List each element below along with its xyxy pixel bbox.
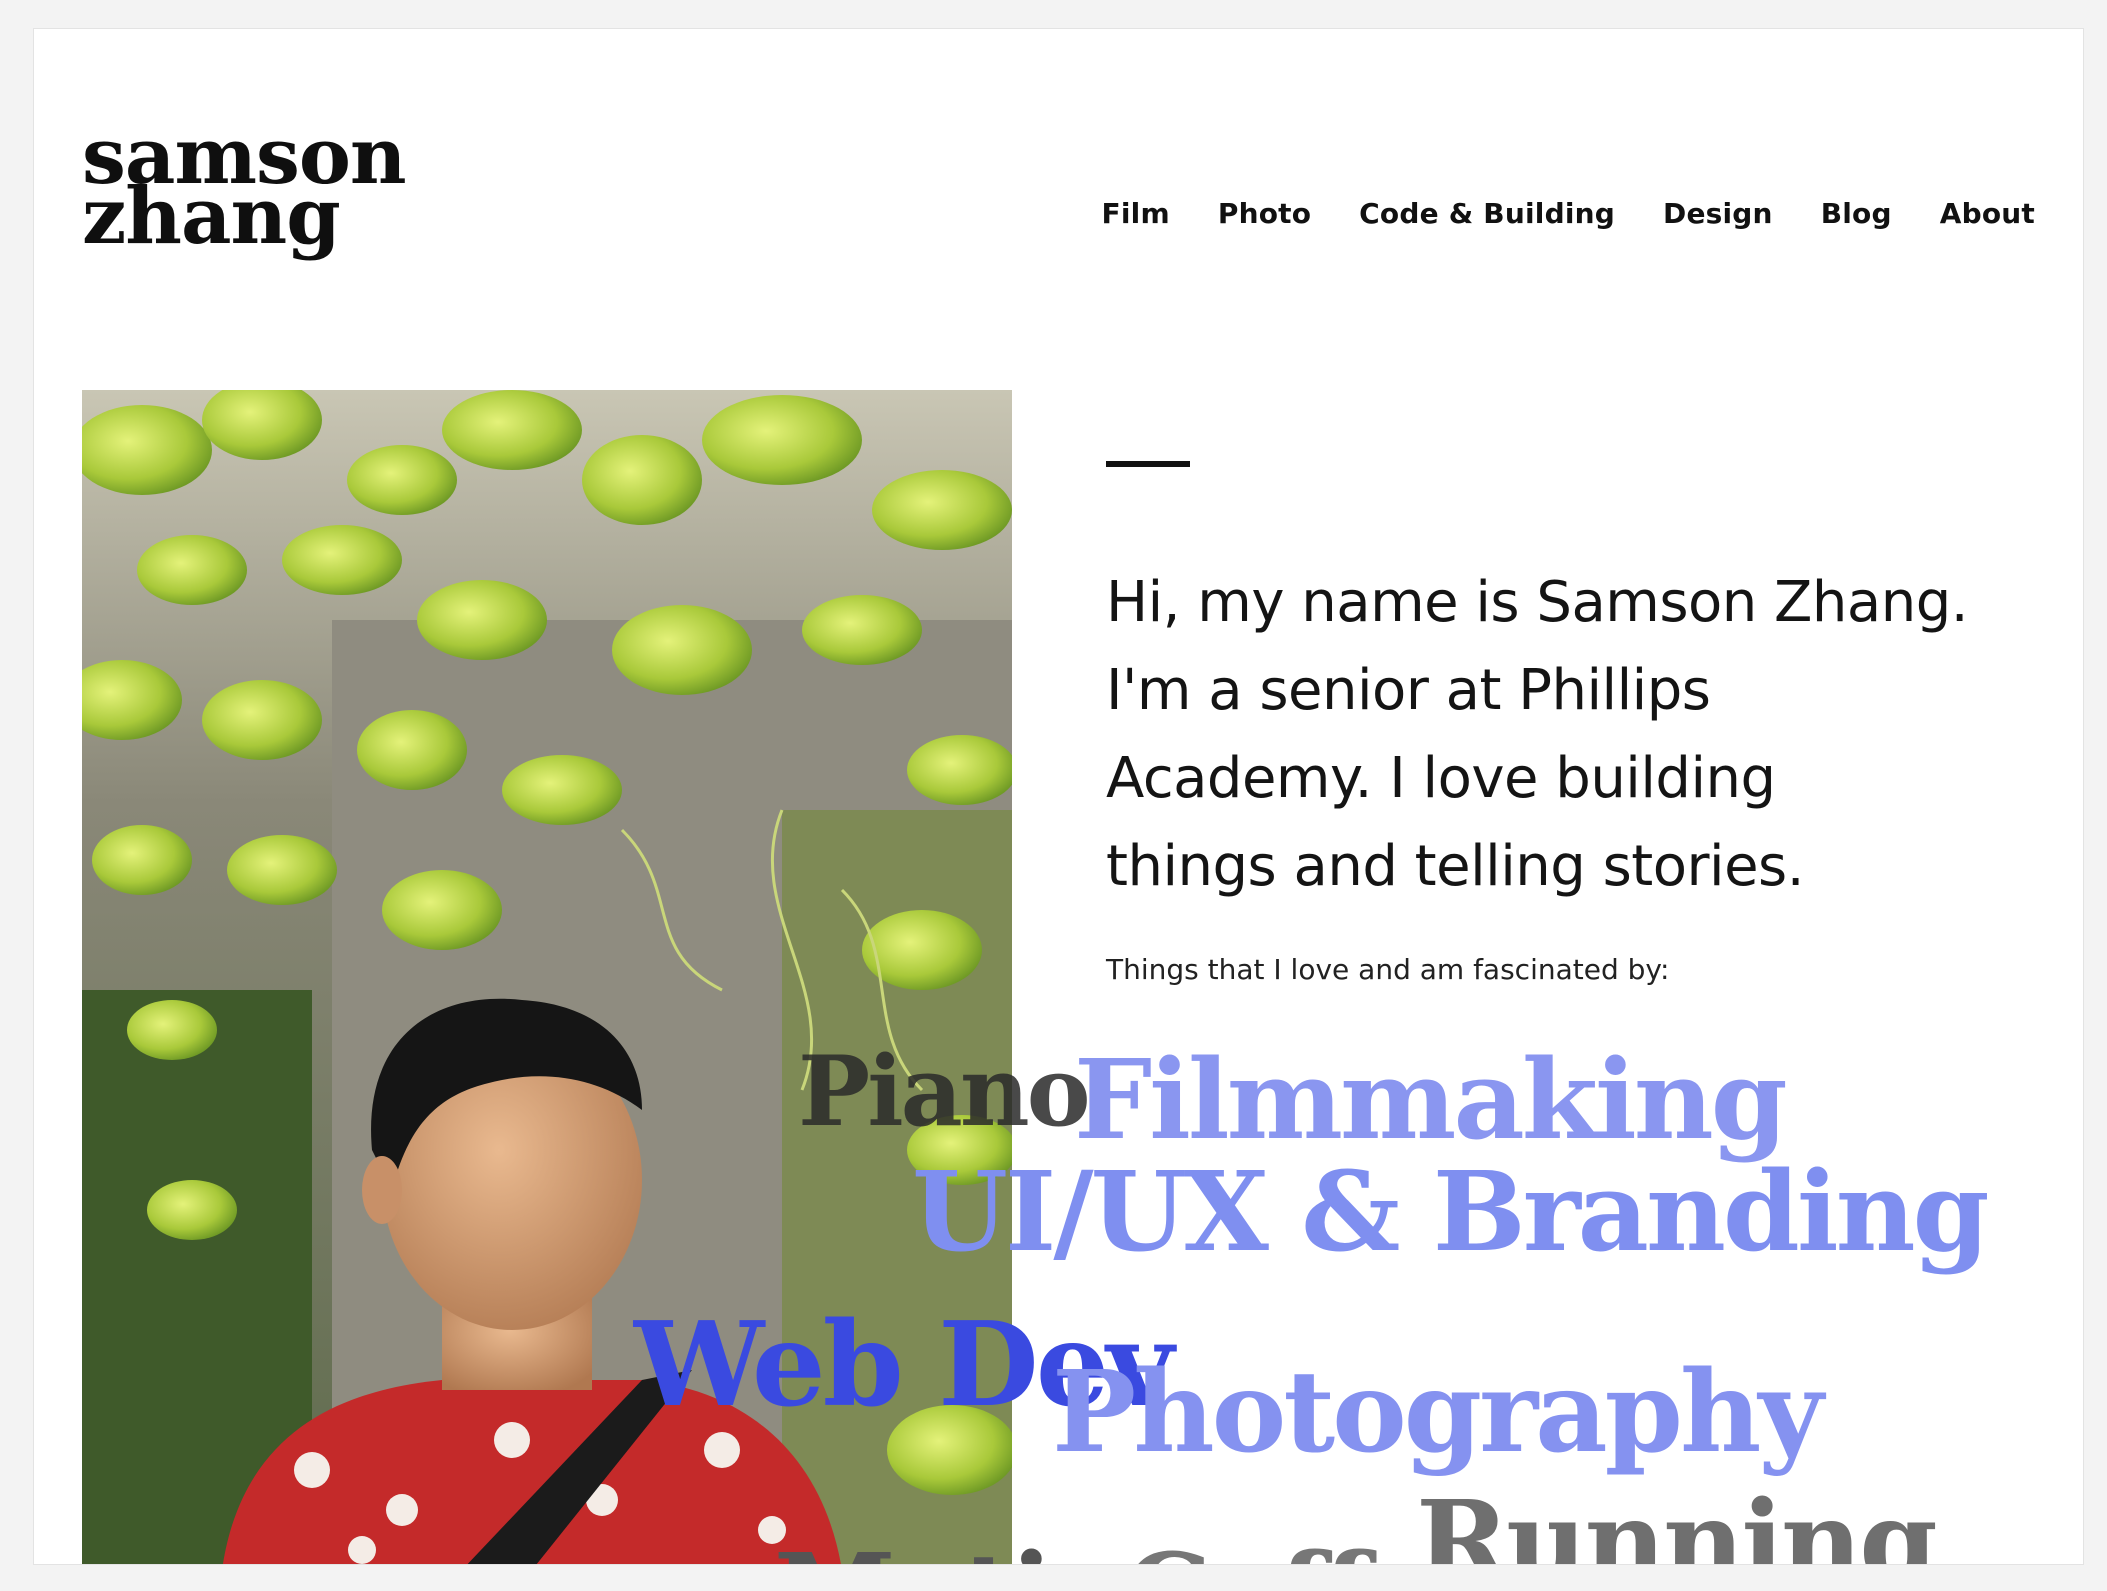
intro-line-2: I'm a senior at Phillips (1106, 658, 1711, 723)
nav-about[interactable]: About (1940, 197, 2035, 230)
nav-code-building[interactable]: Code & Building (1359, 197, 1615, 230)
main-nav: Film Photo Code & Building Design Blog A… (1102, 197, 2035, 230)
intro-line-4: things and telling stories. (1106, 834, 1805, 899)
interest-photography[interactable]: Photography (1052, 1347, 1823, 1478)
nav-photo[interactable]: Photo (1218, 197, 1311, 230)
intro-line-3: Academy. I love building (1106, 746, 1776, 811)
intro-line-1: Hi, my name is Samson Zhang. (1106, 570, 1969, 635)
site-logo[interactable]: samson zhang (82, 118, 407, 256)
interest-ui-ux-branding[interactable]: UI/UX & Branding (912, 1147, 1990, 1276)
interest-piano[interactable]: Piano (798, 1035, 1091, 1148)
accent-rule (1106, 461, 1190, 467)
intro-text: Hi, my name is Samson Zhang. I'm a senio… (1106, 559, 2036, 911)
interest-filmmaking[interactable]: Filmmaking (1074, 1035, 1788, 1164)
nav-blog[interactable]: Blog (1821, 197, 1892, 230)
interest-coffee[interactable]: Coffee (1124, 1529, 1505, 1564)
nav-film[interactable]: Film (1102, 197, 1170, 230)
interests-heading: Things that I love and am fascinated by: (1106, 953, 1670, 986)
nav-design[interactable]: Design (1663, 197, 1773, 230)
page: samson zhang Film Photo Code & Building … (33, 28, 2084, 1565)
